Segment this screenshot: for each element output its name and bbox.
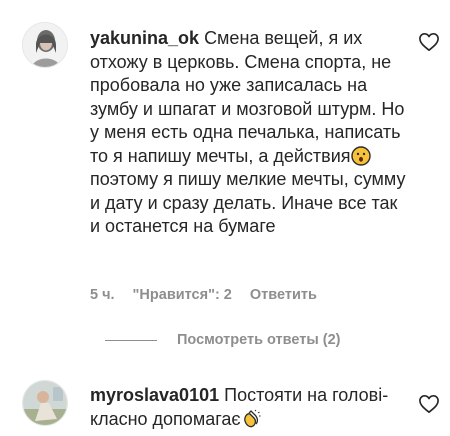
heart-outline-icon[interactable]	[418, 32, 440, 52]
avatar-photo	[23, 381, 67, 425]
comment-text: myroslava0101 Постояти на голові-класно …	[90, 384, 410, 431]
view-replies-label[interactable]: Посмотреть ответы (2)	[177, 332, 341, 348]
comment-username[interactable]: myroslava0101	[90, 385, 219, 405]
likes-count-button[interactable]: "Нравится": 2	[133, 287, 232, 303]
comment-text-part: поэтому я пишу мелкие мечты, сумму и дат…	[90, 169, 406, 236]
view-replies-button[interactable]: Посмотреть ответы (2)	[105, 332, 341, 348]
comments-thread: yakunina_ok Смена вещей, я их отхожу в ц…	[0, 0, 450, 436]
comment-time: 5 ч.	[90, 287, 115, 303]
hushed-face-emoji-icon	[350, 145, 371, 166]
comment-text: yakunina_ok Смена вещей, я их отхожу в ц…	[90, 27, 410, 239]
avatar[interactable]	[22, 380, 68, 426]
reply-button[interactable]: Ответить	[250, 287, 317, 303]
comment-username[interactable]: yakunina_ok	[90, 28, 199, 48]
clapping-hands-emoji-icon	[241, 409, 261, 429]
heart-outline-icon[interactable]	[418, 394, 440, 414]
avatar-photo	[23, 23, 67, 67]
comment-meta: 5 ч. "Нравится": 2 Ответить	[90, 287, 317, 303]
replies-divider-line	[105, 339, 157, 341]
avatar[interactable]	[22, 22, 68, 68]
